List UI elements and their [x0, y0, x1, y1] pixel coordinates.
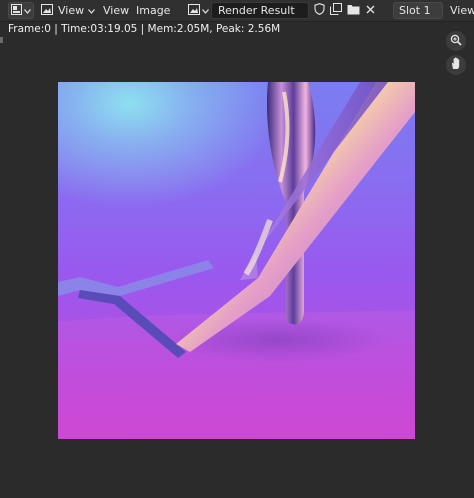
toolbar-edge-handle[interactable]: [0, 37, 3, 43]
fake-user-button[interactable]: [311, 2, 327, 19]
editor-type-selector[interactable]: [8, 2, 34, 19]
view-mode-label: View: [58, 4, 85, 17]
pan-button[interactable]: [446, 55, 466, 75]
image-menu[interactable]: Image: [136, 4, 170, 17]
close-icon: [366, 4, 375, 17]
image-browse-button[interactable]: [186, 2, 210, 19]
fake-user-shield-icon: [313, 3, 325, 18]
duplicate-image-icon: [330, 3, 342, 18]
view-dropdown-label: View: [450, 4, 474, 17]
duplicate-image-button[interactable]: [328, 2, 344, 19]
image-name-field[interactable]: Render Result: [211, 2, 309, 19]
zoom-button[interactable]: [446, 31, 466, 51]
chevron-down-icon: [24, 4, 31, 17]
render-result-image: [58, 82, 415, 439]
image-browse-icon: [187, 3, 200, 18]
unlink-image-button[interactable]: [362, 2, 378, 19]
view-menu[interactable]: View: [103, 4, 129, 17]
render-info-text: Frame:0 | Time:03:19.05 | Mem:2.05M, Pea…: [8, 23, 281, 35]
open-folder-icon: [347, 4, 360, 18]
view-dropdown-right[interactable]: View: [446, 2, 474, 19]
render-artwork: [58, 82, 415, 439]
editor-type-icon: [11, 3, 22, 18]
chevron-down-icon: [88, 4, 96, 17]
view-mode-dropdown[interactable]: View: [37, 2, 96, 19]
hand-pan-icon: [450, 57, 462, 73]
image-editor-header: View View Image Render Result Slot 1 Vie…: [0, 0, 474, 22]
chevron-down-icon: [201, 4, 209, 17]
zoom-icon: [450, 34, 462, 49]
slot-dropdown[interactable]: Slot 1: [393, 2, 443, 19]
display-mode-icon: [41, 3, 53, 18]
slot-label: Slot 1: [399, 4, 431, 17]
open-image-button[interactable]: [345, 2, 361, 19]
